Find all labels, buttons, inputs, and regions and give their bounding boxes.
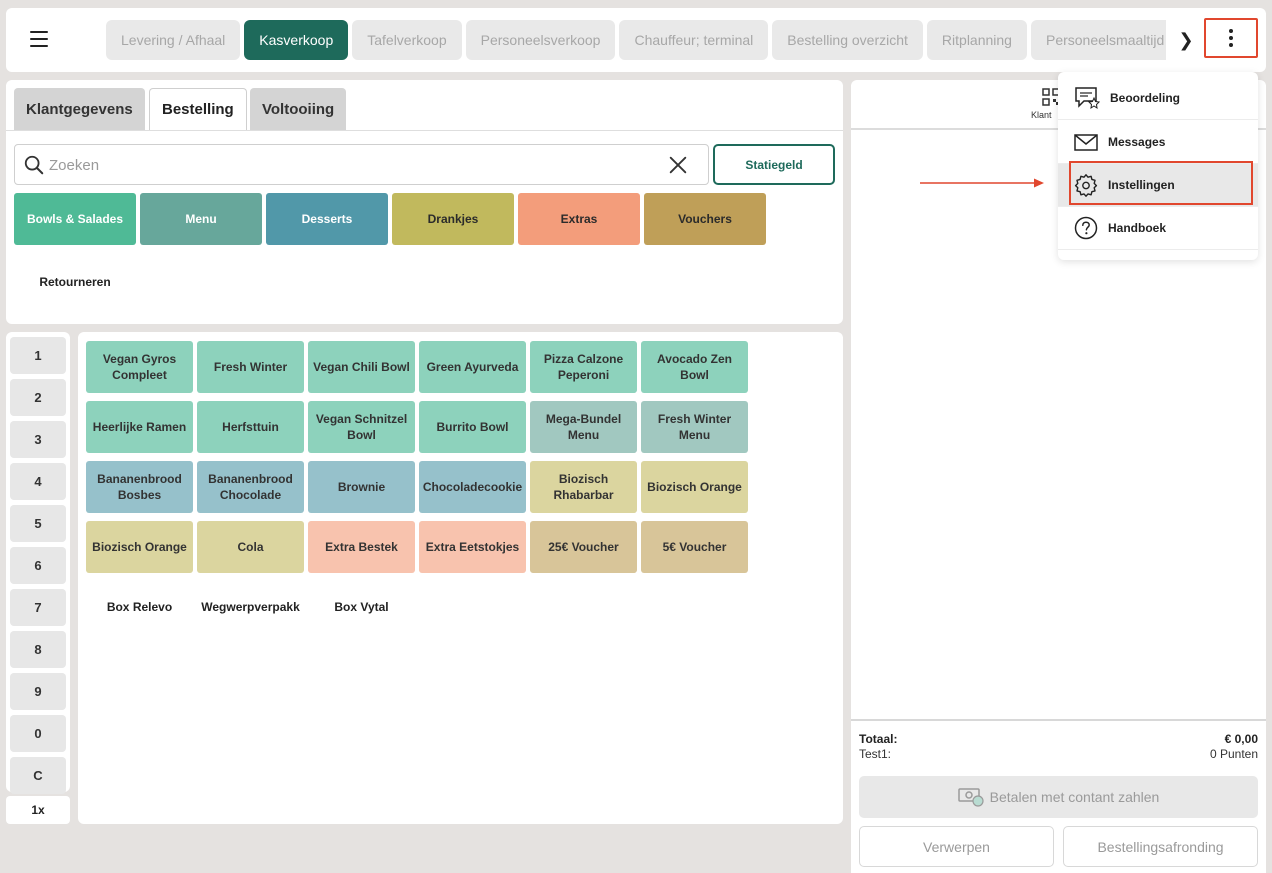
product-button[interactable]: Fresh Winter Menu — [641, 401, 748, 453]
statiegeld-button[interactable]: Statiegeld — [713, 144, 835, 185]
product-button[interactable]: Extra Bestek — [308, 521, 415, 573]
points-value: 0 Punten — [1209, 747, 1258, 761]
product-button[interactable]: 5€ Voucher — [641, 521, 748, 573]
gear-icon — [1074, 174, 1098, 197]
menu-item-label: Beoordeling — [1110, 91, 1181, 105]
scroll-right-icon[interactable]: ❯ — [1174, 22, 1198, 58]
mode-tab[interactable]: Chauffeur; terminal — [619, 20, 769, 60]
product-grid: Vegan Gyros Compleet Fresh Winter Vegan Ch… — [78, 332, 843, 824]
product-button[interactable]: Chocoladecookie — [419, 461, 526, 513]
help-icon — [1074, 216, 1098, 240]
product-button[interactable]: Bananenbrood Bosbes — [86, 461, 193, 513]
tab-voltooiing[interactable]: Voltooiing — [250, 88, 347, 130]
tab-klantgegevens[interactable]: Klantgegevens — [14, 88, 145, 130]
category-button[interactable]: Vouchers — [644, 193, 766, 245]
search-input[interactable] — [49, 153, 649, 177]
product-button[interactable]: Green Ayurveda — [419, 341, 526, 393]
mode-tabs: Levering / Afhaal Kasverkoop Tafelverkoop P… — [106, 20, 1166, 60]
product-button[interactable]: Cola — [197, 521, 304, 573]
total-label: Totaal: — [859, 732, 898, 746]
product-button[interactable]: Biozisch Orange — [641, 461, 748, 513]
product-button[interactable]: Burrito Bowl — [419, 401, 526, 453]
numpad-key[interactable]: 2 — [10, 379, 66, 416]
menu-item-handboek[interactable]: Handboek — [1058, 207, 1258, 250]
total-value: € 0,00 — [1224, 732, 1258, 746]
product-button[interactable]: Mega-Bundel Menu — [530, 401, 637, 453]
product-button[interactable]: Vegan Gyros Compleet — [86, 341, 193, 393]
numpad: 1 2 3 4 5 6 7 8 9 0 C — [6, 332, 70, 794]
category-button[interactable]: Bowls & Salades — [14, 193, 136, 245]
retourneren-button[interactable]: Retourneren — [14, 264, 136, 300]
quantity-multiplier[interactable]: 1x — [6, 796, 70, 824]
mail-icon — [1074, 134, 1098, 151]
menu-item-label: Instellingen — [1108, 178, 1175, 192]
mode-tab[interactable]: Kasverkoop — [244, 20, 349, 60]
options-dropdown: Beoordeling Messages Instellingen Handbo… — [1058, 72, 1258, 260]
discard-button[interactable]: Verwerpen — [859, 826, 1054, 867]
numpad-key[interactable]: 9 — [10, 673, 66, 710]
numpad-key[interactable]: 7 — [10, 589, 66, 626]
tab-divider — [6, 130, 843, 131]
hamburger-menu-icon[interactable] — [30, 31, 48, 47]
order-entry-panel: Klantgegevens Bestelling Voltooiing Stat… — [6, 80, 843, 324]
category-button[interactable]: Desserts — [266, 193, 388, 245]
pay-cash-button[interactable]: Betalen met contant zahlen — [859, 776, 1258, 818]
pay-cash-label: Betalen met contant zahlen — [989, 789, 1160, 805]
packaging-option[interactable]: Wegwerpverpakk — [197, 592, 304, 622]
numpad-key[interactable]: C — [10, 757, 66, 794]
menu-item-instellingen[interactable]: Instellingen — [1058, 164, 1258, 207]
product-button[interactable]: 25€ Voucher — [530, 521, 637, 573]
packaging-option[interactable]: Box Relevo — [86, 592, 193, 622]
product-button[interactable]: Bananenbrood Chocolade — [197, 461, 304, 513]
numpad-key[interactable]: 5 — [10, 505, 66, 542]
review-icon — [1075, 87, 1100, 110]
numpad-key[interactable]: 1 — [10, 337, 66, 374]
finish-order-button[interactable]: Bestellingsafronding — [1063, 826, 1258, 867]
packaging-option[interactable]: Box Vytal — [308, 592, 415, 622]
numpad-key[interactable]: 3 — [10, 421, 66, 458]
menu-item-label: Handboek — [1108, 221, 1167, 235]
top-bar: Levering / Afhaal Kasverkoop Tafelverkoop P… — [6, 8, 1266, 72]
mode-tab[interactable]: Ritplanning — [926, 20, 1027, 60]
product-button[interactable]: Brownie — [308, 461, 415, 513]
footer-divider — [851, 719, 1266, 721]
annotation-arrow — [920, 178, 1044, 188]
product-button[interactable]: Pizza Calzone Peperoni — [530, 341, 637, 393]
numpad-key[interactable]: 4 — [10, 463, 66, 500]
search-box — [14, 144, 709, 185]
mode-tab[interactable]: Tafelverkoop — [352, 20, 462, 60]
category-button[interactable]: Menu — [140, 193, 262, 245]
mode-tab[interactable]: Levering / Afhaal — [106, 20, 241, 60]
category-button[interactable]: Extras — [518, 193, 640, 245]
product-button[interactable]: Fresh Winter — [197, 341, 304, 393]
mode-tab[interactable]: Personeelsverkoop — [465, 20, 616, 60]
product-button[interactable]: Biozisch Orange — [86, 521, 193, 573]
category-button[interactable]: Drankjes — [392, 193, 514, 245]
numpad-key[interactable]: 6 — [10, 547, 66, 584]
mode-tab[interactable]: Personeelsmaaltijd — [1030, 20, 1166, 60]
product-button[interactable]: Biozisch Rhabarbar — [530, 461, 637, 513]
category-row: Bowls & Salades Menu Desserts Drankjes Extra… — [14, 193, 766, 245]
menu-item-beoordeling[interactable]: Beoordeling — [1058, 77, 1258, 120]
product-button[interactable]: Heerlijke Ramen — [86, 401, 193, 453]
menu-item-messages[interactable]: Messages — [1058, 121, 1258, 164]
clear-search-icon[interactable] — [667, 154, 689, 176]
cash-icon — [957, 788, 984, 807]
mode-tab[interactable]: Bestelling overzicht — [772, 20, 923, 60]
product-button[interactable]: Extra Eetstokjes — [419, 521, 526, 573]
numpad-key[interactable]: 0 — [10, 715, 66, 752]
product-button[interactable]: Avocado Zen Bowl — [641, 341, 748, 393]
more-options-icon[interactable] — [1204, 18, 1258, 58]
points-label: Test1: — [859, 747, 892, 761]
product-button[interactable]: Herfsttuin — [197, 401, 304, 453]
numpad-key[interactable]: 8 — [10, 631, 66, 668]
tab-bestelling[interactable]: Bestelling — [149, 88, 247, 130]
product-button[interactable]: Vegan Schnitzel Bowl — [308, 401, 415, 453]
search-icon — [24, 155, 44, 175]
product-button[interactable]: Vegan Chili Bowl — [308, 341, 415, 393]
menu-item-label: Messages — [1108, 135, 1166, 149]
